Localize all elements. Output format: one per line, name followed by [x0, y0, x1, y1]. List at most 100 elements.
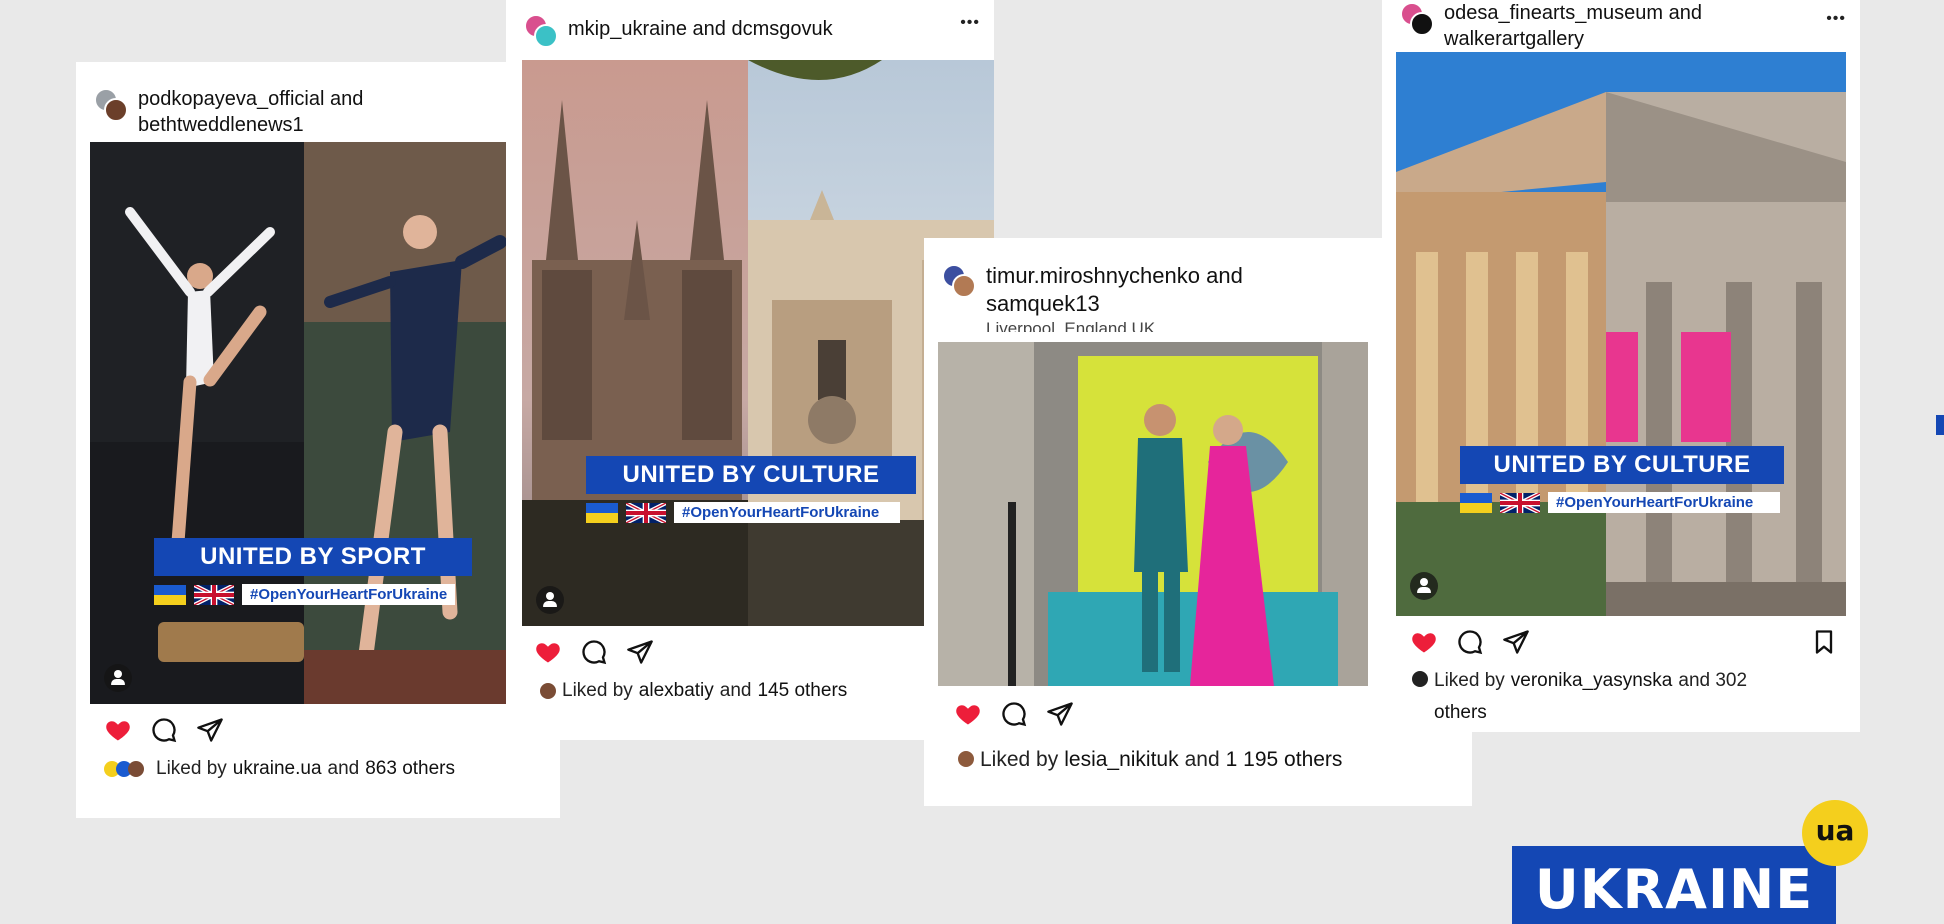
- username-link[interactable]: bethtweddlenews1: [138, 114, 304, 136]
- liked-user-link[interactable]: ukraine.ua: [233, 758, 322, 780]
- liked-count-link[interactable]: 863 others: [365, 758, 455, 780]
- post-actions: [104, 716, 224, 744]
- hashtag: #OpenYourHeartForUkraine: [242, 584, 456, 605]
- ukraine-flag-icon: [586, 502, 618, 523]
- username-link[interactable]: timur.miroshnychenko: [986, 263, 1200, 288]
- liked-suffix: and: [327, 758, 360, 779]
- banner-row: #OpenYourHeartForUkraine: [154, 584, 472, 605]
- hashtag: #OpenYourHeartForUkraine: [674, 502, 900, 523]
- share-icon[interactable]: [1046, 700, 1074, 728]
- liker-avatars: [104, 758, 150, 778]
- heart-icon[interactable]: [104, 716, 132, 744]
- ukraine-logo: UKRAINE: [1512, 846, 1836, 924]
- post-header: odesa_finearts_museum and walkerartgalle…: [1400, 0, 1846, 52]
- share-icon[interactable]: [626, 638, 654, 666]
- avatar[interactable]: [94, 88, 128, 122]
- uk-flag-icon: [626, 503, 666, 523]
- liked-user-link[interactable]: lesia_nikituk: [1064, 748, 1178, 772]
- post-image[interactable]: [938, 342, 1368, 686]
- gymnastics-photo: [90, 142, 506, 704]
- liked-count-link[interactable]: others: [1412, 700, 1832, 726]
- museums-photo: [1396, 52, 1846, 616]
- person-tag-icon[interactable]: [536, 586, 564, 614]
- liked-count-link[interactable]: 1 195 others: [1226, 748, 1343, 772]
- post-actions: [954, 700, 1074, 728]
- liked-prefix: Liked by: [562, 680, 633, 701]
- comment-icon[interactable]: [1456, 628, 1484, 656]
- post-card-sport: podkopayeva_official and bethtweddlenews…: [76, 62, 560, 818]
- banner-row: #OpenYourHeartForUkraine: [1460, 492, 1784, 513]
- banner-title: UNITED BY CULTURE: [1460, 446, 1784, 484]
- likes-text: Liked by lesia_nikituk and 1 195 others: [958, 748, 1342, 772]
- post-actions: [534, 638, 654, 666]
- post-location[interactable]: Liverpool, England UK: [986, 318, 1243, 332]
- banner-row: #OpenYourHeartForUkraine: [586, 502, 916, 523]
- username-link[interactable]: mkip_ukraine: [568, 18, 687, 40]
- hashtag: #OpenYourHeartForUkraine: [1548, 492, 1780, 513]
- avatar-2: [104, 98, 128, 122]
- username-link[interactable]: odesa_finearts_museum: [1444, 2, 1663, 24]
- heart-icon[interactable]: [1410, 628, 1438, 656]
- liked-count-link[interactable]: 145 others: [757, 680, 847, 702]
- username-link[interactable]: samquek13: [986, 291, 1100, 316]
- comment-icon[interactable]: [1000, 700, 1028, 728]
- post-actions: [1410, 628, 1530, 656]
- liked-user-link[interactable]: alexbatiy: [639, 680, 714, 702]
- comment-icon[interactable]: [150, 716, 178, 744]
- share-icon[interactable]: [196, 716, 224, 744]
- post-usernames: timur.miroshnychenko and samquek13: [986, 262, 1243, 318]
- likes-text: Liked by alexbatiy and 145 others: [540, 680, 847, 702]
- post-usernames: podkopayeva_official and bethtweddlenews…: [138, 86, 363, 138]
- avatar[interactable]: [942, 264, 976, 298]
- post-header: timur.miroshnychenko and samquek13 Liver…: [942, 262, 1458, 332]
- liker-avatar: [958, 751, 974, 767]
- ukraine-flag-icon: [154, 584, 186, 605]
- more-icon[interactable]: •••: [960, 14, 980, 32]
- heart-icon[interactable]: [534, 638, 562, 666]
- post-image[interactable]: UNITED BY CULTURE #OpenYourHeartForUkrai…: [1396, 52, 1846, 616]
- liked-user-link[interactable]: veronika_yasynska: [1511, 668, 1673, 694]
- banner-title: UNITED BY SPORT: [154, 538, 472, 576]
- avatar[interactable]: [1400, 2, 1434, 36]
- logo-ua-badge: ua: [1802, 800, 1868, 866]
- bookmark-icon[interactable]: [1810, 628, 1838, 656]
- username-link[interactable]: podkopayeva_official: [138, 88, 324, 110]
- ukraine-flag-icon: [1460, 492, 1492, 513]
- username-joiner: and: [330, 88, 364, 110]
- edge-accent: [1936, 415, 1944, 435]
- post-card-culture-cathedrals: mkip_ukraine and dcmsgovuk ••• UNITED BY…: [506, 0, 994, 740]
- liked-prefix: Liked by: [980, 748, 1059, 771]
- avatar-2: [952, 274, 976, 298]
- liked-suffix: and 302: [1678, 670, 1748, 691]
- comment-icon[interactable]: [580, 638, 608, 666]
- campaign-banner: UNITED BY CULTURE #OpenYourHeartForUkrai…: [586, 456, 916, 523]
- likes-text: Liked by veronika_yasynska and 302 other…: [1412, 668, 1832, 726]
- banner-title: UNITED BY CULTURE: [586, 456, 916, 494]
- liker-avatar: [128, 761, 144, 777]
- share-icon[interactable]: [1502, 628, 1530, 656]
- campaign-banner: UNITED BY SPORT #OpenYourHeartForUkraine: [154, 538, 472, 605]
- eurovision-photo: [938, 342, 1368, 686]
- liked-suffix: and: [719, 680, 752, 701]
- campaign-banner: UNITED BY CULTURE #OpenYourHeartForUkrai…: [1460, 446, 1784, 513]
- post-card-culture-museum: odesa_finearts_museum and walkerartgalle…: [1382, 0, 1860, 732]
- post-header: mkip_ukraine and dcmsgovuk: [524, 12, 980, 48]
- uk-flag-icon: [194, 585, 234, 605]
- uk-flag-icon: [1500, 493, 1540, 513]
- more-icon[interactable]: •••: [1826, 10, 1846, 28]
- avatar-2: [1410, 12, 1434, 36]
- person-tag-icon[interactable]: [104, 664, 132, 692]
- post-image[interactable]: UNITED BY SPORT #OpenYourHeartForUkraine: [90, 142, 506, 704]
- username-joiner: and: [1668, 2, 1702, 24]
- avatar-2: [534, 24, 558, 48]
- username-link[interactable]: walkerartgallery: [1444, 28, 1584, 50]
- heart-icon[interactable]: [954, 700, 982, 728]
- likes-text: Liked by ukraine.ua and 863 others: [104, 758, 455, 780]
- username-joiner: and: [692, 18, 726, 40]
- post-usernames: mkip_ukraine and dcmsgovuk: [568, 16, 833, 42]
- username-link[interactable]: dcmsgovuk: [731, 18, 832, 40]
- avatar[interactable]: [524, 14, 558, 48]
- post-header: podkopayeva_official and bethtweddlenews…: [94, 86, 546, 138]
- person-tag-icon[interactable]: [1410, 572, 1438, 600]
- liked-prefix: Liked by: [156, 758, 227, 779]
